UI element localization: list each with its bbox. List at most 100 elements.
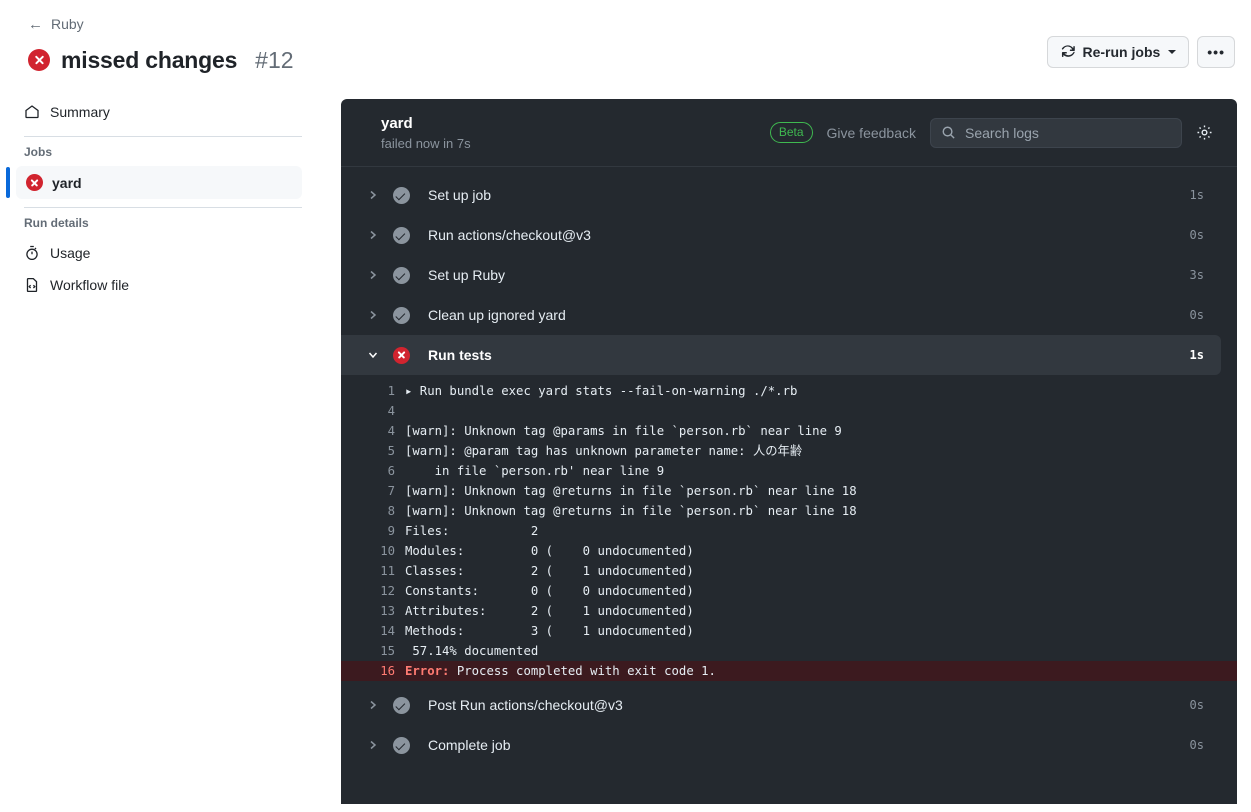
more-options-button[interactable]: ••• [1197, 36, 1235, 68]
search-placeholder: Search logs [965, 124, 1039, 141]
log-line: 13 Attributes: 2 ( 1 undocumented) [341, 601, 1237, 621]
log-header-actions: Beta Give feedback Search logs [769, 117, 1213, 148]
sidebar-item-summary[interactable]: Summary [16, 96, 302, 128]
home-icon [25, 105, 39, 119]
step-name: Clean up ignored yard [428, 307, 566, 323]
x-circle-icon [393, 346, 410, 364]
chevron-right-icon [365, 229, 381, 241]
chevron-right-icon [365, 699, 381, 711]
sidebar-divider-1 [24, 136, 302, 137]
chevron-right-icon [365, 189, 381, 201]
search-icon [942, 126, 955, 139]
check-circle-icon [393, 696, 410, 714]
breadcrumb-link-workflow[interactable]: Ruby [51, 16, 84, 32]
step-duration: 0s [1189, 228, 1204, 242]
log-line-error: 16 Error: Process completed with exit co… [341, 661, 1237, 681]
step-duration: 0s [1189, 738, 1204, 752]
log-line: 14 Methods: 3 ( 1 undocumented) [341, 621, 1237, 641]
log-line-number: 14 [380, 624, 395, 638]
sidebar-item-workflow-file[interactable]: Workflow file [16, 269, 302, 301]
rerun-jobs-button[interactable]: Re-run jobs [1046, 36, 1190, 68]
step-name: Run tests [428, 347, 492, 363]
step-duration: 3s [1189, 268, 1204, 282]
sidebar-item-label: Summary [50, 104, 110, 120]
step-duration: 1s [1189, 348, 1204, 362]
log-line: 15 57.14% documented [341, 641, 1237, 661]
log-panel-header: yard failed now in 7s Beta Give feedback… [341, 99, 1237, 167]
step-row[interactable]: Complete job 0s [341, 725, 1221, 765]
log-line-number: 4 [387, 404, 395, 418]
step-name: Set up job [428, 187, 492, 203]
log-line-text[interactable]: ▸ Run bundle exec yard stats --fail-on-w… [405, 381, 813, 401]
sidebar-job-label: yard [52, 174, 82, 191]
step-row[interactable]: Post Run actions/checkout@v3 0s [341, 685, 1221, 725]
log-line-number: 6 [387, 464, 395, 478]
log-line: 1 ▸ Run bundle exec yard stats --fail-on… [341, 381, 1237, 401]
give-feedback-link[interactable]: Give feedback [827, 125, 917, 141]
chevron-right-icon [365, 269, 381, 281]
chevron-down-icon [365, 349, 381, 361]
sidebar-divider-2 [24, 207, 302, 208]
log-line-text: [warn]: @param tag has unknown parameter… [405, 444, 803, 458]
step-row[interactable]: Run actions/checkout@v3 0s [341, 215, 1221, 255]
beta-badge: Beta [769, 121, 813, 144]
file-code-icon [26, 277, 38, 293]
page-title: missed changes [61, 46, 238, 73]
step-row[interactable]: Set up job 1s [341, 175, 1221, 215]
log-line: 11 Classes: 2 ( 1 undocumented) [341, 561, 1237, 581]
log-line-text: Files: 2 [405, 524, 539, 538]
sidebar-item-job-yard[interactable]: yard [6, 166, 302, 199]
job-name: yard [381, 114, 413, 132]
gear-icon[interactable] [1196, 124, 1213, 141]
breadcrumb: ← Ruby [28, 14, 1235, 34]
log-line: 9 Files: 2 [341, 521, 1237, 541]
log-output: 1 ▸ Run bundle exec yard stats --fail-on… [341, 375, 1237, 685]
log-line-number: 10 [380, 544, 395, 558]
search-logs-input[interactable]: Search logs [930, 117, 1182, 148]
x-circle-icon [28, 49, 50, 71]
log-line-text: 57.14% documented [405, 644, 539, 658]
log-line-number: 4 [387, 424, 395, 438]
log-line-number: 11 [380, 564, 395, 578]
log-line: 10 Modules: 0 ( 0 undocumented) [341, 541, 1237, 561]
chevron-right-icon [365, 739, 381, 751]
sidebar-item-usage[interactable]: Usage [16, 237, 302, 269]
sync-icon [1061, 45, 1075, 57]
step-row[interactable]: Clean up ignored yard 0s [341, 295, 1221, 335]
log-line-text: Classes: 2 ( 1 undocumented) [405, 564, 694, 578]
job-status-text: failed now in 7s [381, 136, 471, 152]
log-line-text: Methods: 3 ( 1 undocumented) [405, 624, 694, 638]
arrow-left-icon[interactable]: ← [28, 17, 43, 32]
sidebar-item-label: Usage [50, 245, 91, 261]
step-row[interactable]: Set up Ruby 3s [341, 255, 1221, 295]
step-duration: 0s [1189, 698, 1204, 712]
step-name: Post Run actions/checkout@v3 [428, 697, 623, 713]
step-duration: 0s [1189, 308, 1204, 322]
sidebar: Summary Jobs yard Run details Usage Work… [0, 96, 318, 301]
log-line: 12 Constants: 0 ( 0 undocumented) [341, 581, 1237, 601]
log-line-text: [warn]: Unknown tag @returns in file `pe… [405, 484, 857, 498]
check-circle-icon [393, 306, 410, 324]
step-row-expanded[interactable]: Run tests 1s [341, 335, 1221, 375]
header-actions: Re-run jobs ••• [1046, 36, 1235, 68]
log-line: 4 [341, 401, 1237, 421]
log-line-text: Attributes: 2 ( 1 undocumented) [405, 604, 694, 618]
kebab-icon: ••• [1207, 44, 1225, 60]
stopwatch-icon [26, 245, 38, 261]
log-line-number: 5 [387, 444, 395, 458]
log-line: 7 [warn]: Unknown tag @returns in file `… [341, 481, 1237, 501]
log-line: 4 [warn]: Unknown tag @params in file `p… [341, 421, 1237, 441]
step-duration: 1s [1189, 188, 1204, 202]
rerun-jobs-label: Re-run jobs [1082, 44, 1161, 60]
error-label: Error: [405, 664, 450, 678]
chevron-right-icon [365, 309, 381, 321]
log-line-text: Constants: 0 ( 0 undocumented) [405, 584, 694, 598]
sidebar-item-label: Workflow file [50, 277, 130, 293]
log-line-text: Error: Process completed with exit code … [405, 661, 732, 681]
step-name: Complete job [428, 737, 511, 753]
check-circle-icon [393, 186, 410, 204]
log-line: 6 in file `person.rb' near line 9 [341, 461, 1237, 481]
log-line-text: [warn]: Unknown tag @params in file `per… [405, 424, 842, 438]
step-list: Set up job 1s Run actions/checkout@v3 0s… [341, 167, 1237, 765]
run-number: #12 [255, 46, 294, 73]
